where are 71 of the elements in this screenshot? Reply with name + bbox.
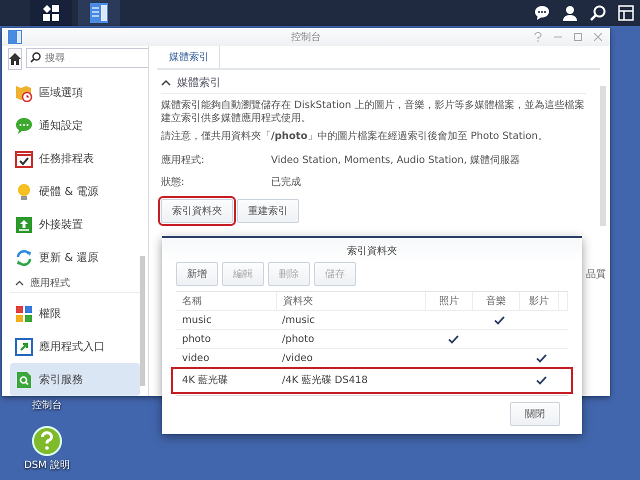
chat-icon[interactable] [534,5,550,21]
search-icon[interactable] [590,5,606,21]
home-icon [9,53,21,65]
column-header[interactable]: 影片 [520,292,559,310]
main-menu-button[interactable] [30,0,72,26]
highlighted-row[interactable]: 4K 藍光碟 /4K 藍光碟 DS418 [172,368,572,393]
sidebar-item[interactable]: 任務排程表 [10,142,140,175]
calendar-check-icon [15,150,33,168]
table-row[interactable]: photo /photo [176,330,568,349]
home-button[interactable] [8,48,22,70]
search-icon [30,52,41,63]
table-cell-text: 4K 藍光碟 [181,374,230,388]
grid-icon [42,4,60,22]
user-icon[interactable] [562,5,578,21]
sidebar-item[interactable]: 區域選項 [10,76,140,109]
table-cell-text: video [181,352,210,366]
column-header[interactable]: 照片 [426,292,473,310]
help-icon[interactable] [32,426,62,456]
sidebar-item[interactable]: 索引服務 [10,363,140,396]
field-value: 已完成 [271,176,302,189]
tab[interactable]: 媒體索引 [159,46,220,68]
description-text: 請注意，僅共用資料夾「/photo」中的圖片檔案在經過索引後會加至 Photo Station。 [161,130,549,143]
upload-icon [15,216,33,234]
sidebar-item[interactable]: 通知設定 [10,109,140,142]
control-panel-taskbar-button[interactable] [78,0,120,26]
table-cell-text: /photo [281,332,316,346]
tiles-icon [15,304,33,322]
column-header[interactable]: 資料夾 [277,292,426,310]
table-cell-text: music [181,314,213,328]
toolbar-button[interactable]: 新增 [176,262,218,286]
chat-icon [15,116,33,134]
field-label: 狀態: [161,176,186,189]
table-cell-text: photo [181,332,212,346]
scrollbar[interactable] [140,256,145,386]
scrollbar[interactable] [600,86,606,226]
column-header[interactable]: 音樂 [473,292,520,310]
column-header[interactable]: 名稱 [176,292,277,310]
section-header[interactable]: 媒體索引 [161,75,586,90]
field-value: Video Station, Moments, Audio Station, 媒體伺服器 [271,154,522,167]
map-clock-icon [15,84,33,102]
action-button[interactable]: 重建索引 [237,199,299,223]
close-icon [594,33,602,41]
maximize-icon [574,33,582,41]
window-title: 控制台 [291,30,321,44]
panel-icon [89,2,109,24]
desktop-icon-label[interactable]: DSM 說明 [24,458,70,472]
desktop-icon-label[interactable]: 控制台 [32,398,62,412]
widgets-icon[interactable] [618,5,634,21]
table-row[interactable]: music /music [176,311,568,330]
table-row[interactable]: video /video [176,349,568,368]
sidebar-item[interactable]: 應用程式入口 [10,330,140,363]
description-text: 媒體索引能夠自動瀏覽儲存在 DiskStation 上的圖片，音樂，影片等多媒體檔案，並為這些檔案建立索引供多媒體應用程式使用。 [161,99,586,125]
sidebar-item[interactable]: 外接裝置 [10,208,140,241]
refresh-icon [15,248,33,266]
search-field[interactable]: 搜尋 [26,48,148,68]
panel-icon [8,30,22,44]
table-cell-text: /video [281,352,314,366]
sidebar-item[interactable]: 更新 & 還原 [10,241,140,274]
document-search-icon [15,370,33,388]
table-cell-text: /4K 藍光碟 DS418 [281,374,369,388]
sidebar-item[interactable]: 硬體 & 電源 [10,175,140,208]
help-icon [534,32,542,42]
close-button[interactable]: 關閉 [510,402,560,426]
light-bulb-icon [15,182,33,200]
table-cell-text: /music [281,314,316,328]
dialog-title: 索引資料夾 [162,238,582,262]
setting-label: 品質 [586,268,606,281]
sidebar-item[interactable]: 權限 [10,297,140,330]
field-label: 應用程式: [161,154,206,167]
arrow-square-icon [15,338,33,356]
action-button[interactable]: 索引資料夾 [161,199,233,223]
